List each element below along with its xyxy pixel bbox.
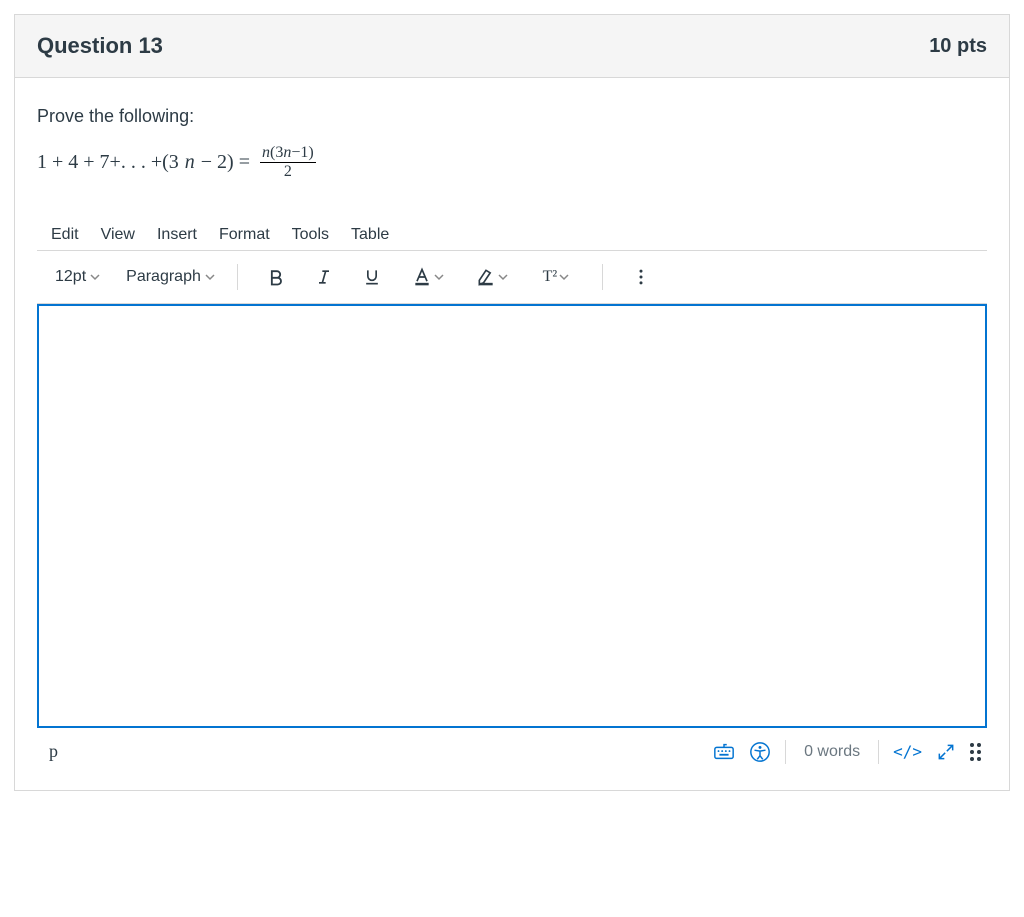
- italic-icon: [314, 267, 334, 287]
- keyboard-icon: [713, 741, 735, 763]
- text-color-icon: [412, 267, 432, 287]
- chevron-down-icon: [90, 272, 100, 282]
- toolbar-separator: [237, 264, 238, 290]
- equation-numerator: n(3n−1): [260, 145, 316, 163]
- bold-icon: [266, 267, 286, 287]
- more-tools-button[interactable]: [621, 259, 661, 295]
- resize-handle[interactable]: [970, 743, 981, 761]
- word-count[interactable]: 0 words: [800, 743, 864, 761]
- rich-text-editor: Edit View Insert Format Tools Table 12pt…: [37, 219, 987, 768]
- question-points: 10 pts: [929, 35, 987, 58]
- menu-table[interactable]: Table: [351, 226, 389, 244]
- editor-toolbar: 12pt Paragraph: [37, 251, 987, 304]
- equation-fraction: n(3n−1) 2: [260, 145, 316, 181]
- highlight-icon: [476, 267, 496, 287]
- superscript-label: T²: [543, 268, 558, 286]
- chevron-down-icon: [559, 272, 569, 282]
- chevron-down-icon: [434, 272, 444, 282]
- chevron-down-icon: [205, 272, 215, 282]
- question-card: Question 13 10 pts Prove the following: …: [14, 14, 1010, 791]
- block-format-dropdown[interactable]: Paragraph: [122, 268, 219, 286]
- italic-button[interactable]: [304, 259, 344, 295]
- menu-insert[interactable]: Insert: [157, 226, 197, 244]
- equation-denominator: 2: [284, 163, 292, 181]
- highlight-color-button[interactable]: [464, 259, 520, 295]
- menu-view[interactable]: View: [101, 226, 135, 244]
- equation: 1 + 4 + 7+. . . +(3 n − 2) = n(3n−1) 2: [37, 145, 987, 181]
- kebab-icon: [631, 267, 651, 287]
- menu-edit[interactable]: Edit: [51, 226, 79, 244]
- editor-statusbar: p 0 words </>: [37, 728, 987, 768]
- question-title: Question 13: [37, 33, 163, 59]
- text-color-button[interactable]: [400, 259, 456, 295]
- accessibility-icon: [749, 741, 771, 763]
- editor-content-area[interactable]: [37, 304, 987, 728]
- underline-button[interactable]: [352, 259, 392, 295]
- bold-button[interactable]: [256, 259, 296, 295]
- drag-handle-icon: [970, 743, 981, 761]
- question-header: Question 13 10 pts: [15, 15, 1009, 78]
- equation-lhs-suffix: − 2) =: [201, 151, 250, 174]
- chevron-down-icon: [498, 272, 508, 282]
- font-size-dropdown[interactable]: 12pt: [51, 268, 104, 286]
- question-prompt: Prove the following:: [37, 106, 987, 127]
- question-body: Prove the following: 1 + 4 + 7+. . . +(3…: [15, 78, 1009, 790]
- equation-lhs-prefix: 1 + 4 + 7+. . . +(3: [37, 151, 179, 174]
- underline-icon: [362, 267, 382, 287]
- equation-var-n-1: n: [185, 151, 195, 174]
- superscript-button[interactable]: T²: [528, 259, 584, 295]
- status-separator: [785, 740, 786, 764]
- accessibility-checker-button[interactable]: [749, 741, 771, 763]
- status-separator: [878, 740, 879, 764]
- keyboard-shortcuts-button[interactable]: [713, 741, 735, 763]
- toolbar-separator: [602, 264, 603, 290]
- editor-menubar: Edit View Insert Format Tools Table: [37, 220, 987, 251]
- element-path[interactable]: p: [43, 741, 58, 762]
- fullscreen-button[interactable]: [936, 742, 956, 762]
- menu-tools[interactable]: Tools: [292, 226, 329, 244]
- menu-format[interactable]: Format: [219, 226, 270, 244]
- html-view-button[interactable]: </>: [893, 742, 922, 761]
- font-size-value: 12pt: [55, 268, 86, 286]
- block-format-value: Paragraph: [126, 268, 201, 286]
- expand-icon: [936, 742, 956, 762]
